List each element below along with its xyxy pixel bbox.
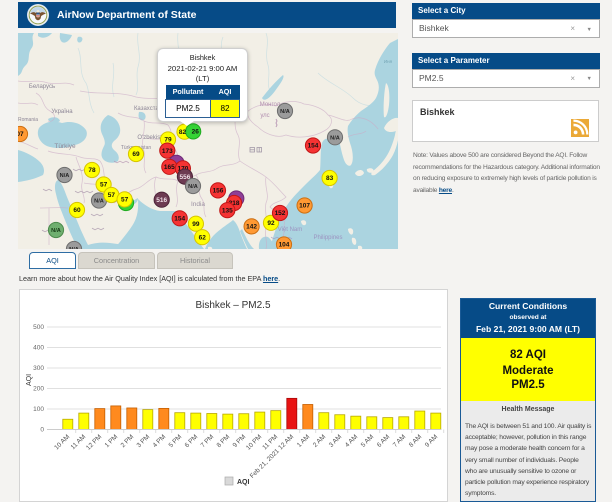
svg-text:2 AM: 2 AM <box>312 433 327 448</box>
svg-text:12 PM: 12 PM <box>85 433 103 451</box>
svg-text:300: 300 <box>33 365 44 372</box>
svg-text:Việt Nam: Việt Nam <box>278 227 303 233</box>
svg-text:3 PM: 3 PM <box>136 433 152 449</box>
svg-text:N/A: N/A <box>94 199 104 205</box>
svg-text:156: 156 <box>213 188 224 195</box>
svg-text:1 PM: 1 PM <box>104 433 120 449</box>
svg-text:516: 516 <box>156 197 167 204</box>
svg-text:Беларусь: Беларусь <box>29 84 55 90</box>
svg-text:India: India <box>191 201 205 208</box>
svg-text:500: 500 <box>33 324 44 331</box>
svg-text:6 AM: 6 AM <box>376 433 391 448</box>
svg-text:8 PM: 8 PM <box>216 433 232 449</box>
svg-text:7 PM: 7 PM <box>200 433 216 449</box>
svg-text:400: 400 <box>33 345 44 352</box>
svg-text:135: 135 <box>222 207 233 214</box>
svg-text:8 AM: 8 AM <box>408 433 423 448</box>
svg-text:N/A: N/A <box>51 228 61 234</box>
svg-text:10 PM: 10 PM <box>245 433 263 451</box>
svg-text:0: 0 <box>40 427 44 434</box>
svg-text:60: 60 <box>73 207 81 214</box>
svg-text:Türkiye: Türkiye <box>54 143 76 150</box>
svg-text:154: 154 <box>308 143 319 150</box>
svg-text:9 AM: 9 AM <box>424 433 439 448</box>
svg-text:200: 200 <box>33 386 44 393</box>
svg-text:78: 78 <box>88 167 96 174</box>
svg-text:5 AM: 5 AM <box>360 433 375 448</box>
svg-text:Philippines: Philippines <box>313 235 342 241</box>
svg-text:100: 100 <box>33 406 44 413</box>
svg-text:N/A: N/A <box>188 184 198 190</box>
svg-text:Монгол: Монгол <box>260 102 281 108</box>
svg-text:AQI: AQI <box>237 479 250 486</box>
svg-text:5 PM: 5 PM <box>168 433 184 449</box>
svg-text:99: 99 <box>192 221 200 228</box>
svg-text:173: 173 <box>162 148 173 155</box>
svg-text:Bishkek – PM2.5: Bishkek – PM2.5 <box>195 300 270 311</box>
svg-text:улс: улс <box>260 113 269 119</box>
svg-text:Иня: Иня <box>384 59 393 64</box>
svg-text:83: 83 <box>326 175 334 182</box>
svg-text:62: 62 <box>199 234 207 241</box>
svg-text:142: 142 <box>246 224 257 231</box>
svg-text:104: 104 <box>279 242 290 249</box>
svg-text:57: 57 <box>108 192 116 199</box>
svg-text:4 PM: 4 PM <box>152 433 168 449</box>
svg-text:82: 82 <box>179 129 187 136</box>
svg-text:11 AM: 11 AM <box>70 433 88 451</box>
svg-text:152: 152 <box>275 210 286 217</box>
svg-text:165: 165 <box>164 164 175 171</box>
svg-text:57: 57 <box>121 197 129 204</box>
svg-text:69: 69 <box>132 151 140 158</box>
svg-text:N/A: N/A <box>330 136 340 142</box>
svg-text:57: 57 <box>100 182 108 189</box>
svg-text:Romania: Romania <box>18 117 38 123</box>
svg-text:107: 107 <box>299 203 310 210</box>
svg-text:N/A: N/A <box>60 173 70 179</box>
svg-text:2 PM: 2 PM <box>120 433 136 449</box>
svg-text:N/A: N/A <box>280 109 290 115</box>
svg-text:6 PM: 6 PM <box>184 433 200 449</box>
svg-text:AQI: AQI <box>26 374 33 386</box>
svg-text:07: 07 <box>18 131 24 138</box>
svg-text:26: 26 <box>192 129 200 136</box>
svg-text:1 AM: 1 AM <box>296 433 311 448</box>
svg-text:N/A: N/A <box>69 247 79 249</box>
svg-text:4 AM: 4 AM <box>344 433 359 448</box>
svg-text:92: 92 <box>267 220 275 227</box>
svg-text:154: 154 <box>174 216 185 223</box>
svg-text:Україна: Україна <box>51 109 73 115</box>
svg-text:3 AM: 3 AM <box>328 433 343 448</box>
svg-text:10 AM: 10 AM <box>53 433 71 451</box>
svg-text:7 AM: 7 AM <box>392 433 407 448</box>
